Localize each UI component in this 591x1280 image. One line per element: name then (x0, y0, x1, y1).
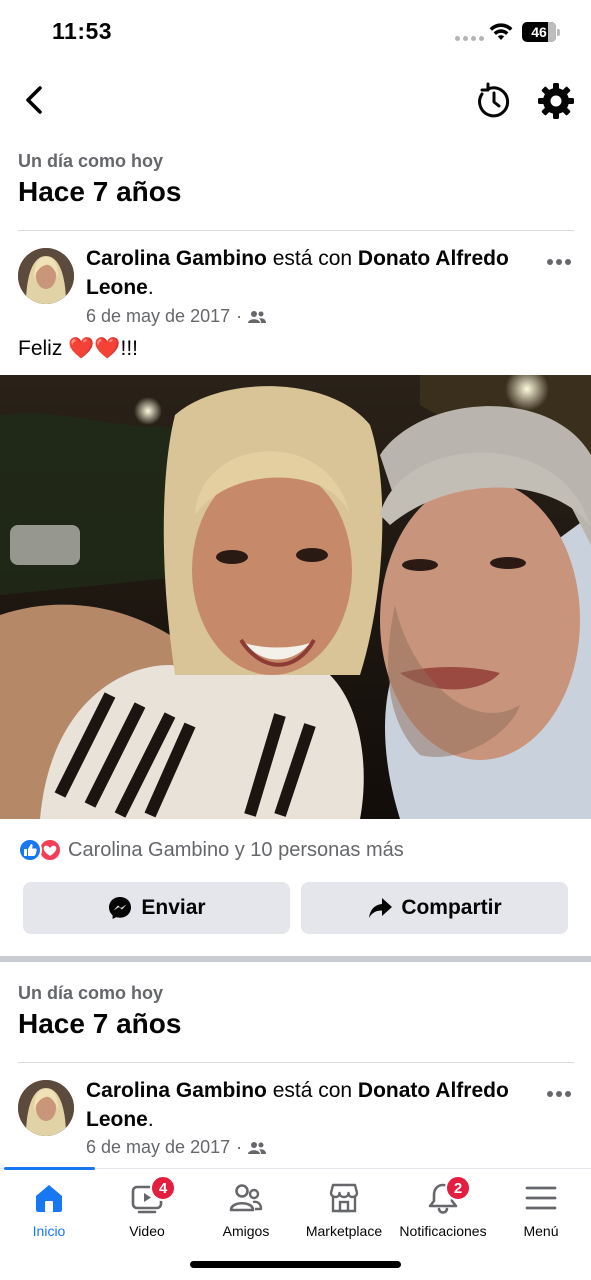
like-reaction-icon (18, 838, 42, 862)
tab-label: Video (129, 1223, 165, 1239)
memory-title: Hace 7 años (18, 1008, 182, 1039)
tab-label: Menú (523, 1223, 559, 1239)
battery-level: 46 (531, 24, 547, 40)
heart-emoji: ❤️❤️ (68, 337, 121, 360)
send-button[interactable]: Enviar (23, 882, 290, 934)
post-text: Feliz ❤️❤️!!! (18, 337, 138, 360)
post-meta: 6 de may de 2017 · (86, 1137, 267, 1158)
avatar[interactable] (18, 1080, 74, 1136)
post-connector: está con (266, 1079, 358, 1102)
tab-menu[interactable]: Menú (492, 1181, 590, 1247)
tab-label: Marketplace (305, 1223, 383, 1239)
cellular-signal-icon (455, 36, 484, 41)
post-suffix: . (147, 1108, 154, 1131)
meta-separator: · (236, 306, 243, 326)
share-button[interactable]: Compartir (301, 882, 568, 934)
friends-audience-icon (248, 1141, 267, 1154)
avatar[interactable] (18, 248, 74, 304)
post-meta: 6 de may de 2017 · (86, 306, 267, 327)
active-tab-indicator (4, 1167, 95, 1170)
meta-separator: · (236, 1137, 243, 1157)
clock-history-icon[interactable] (475, 82, 513, 120)
post-photo[interactable] (0, 375, 591, 819)
menu-icon (525, 1186, 557, 1210)
reactions-summary[interactable]: Carolina Gambino y 10 personas más (18, 836, 404, 864)
post-header: Carolina Gambino está con Donato Alfredo… (86, 244, 526, 302)
top-nav (0, 64, 591, 134)
post-header: Carolina Gambino está con Donato Alfredo… (86, 1076, 526, 1134)
more-options-icon[interactable] (546, 258, 572, 266)
tab-home[interactable]: Inicio (0, 1181, 98, 1247)
reactions-text: Carolina Gambino y 10 personas más (68, 838, 404, 861)
tab-marketplace[interactable]: Marketplace (295, 1181, 393, 1247)
post-author[interactable]: Carolina Gambino (86, 247, 267, 270)
messenger-icon (109, 897, 132, 919)
status-time: 11:53 (52, 18, 113, 44)
notification-badge: 4 (150, 1175, 176, 1201)
send-label: Enviar (141, 896, 206, 919)
post-date[interactable]: 6 de may de 2017 (86, 1137, 230, 1158)
back-arrow-icon[interactable] (18, 82, 50, 118)
notification-badge: 2 (445, 1175, 471, 1201)
battery-icon: 46 (522, 22, 560, 42)
divider (18, 1062, 574, 1063)
friends-audience-icon (248, 310, 267, 323)
share-arrow-icon (369, 898, 393, 918)
tab-notifications[interactable]: 2 Notificaciones (394, 1175, 492, 1247)
marketplace-icon (329, 1183, 359, 1213)
wifi-icon (489, 23, 513, 40)
home-icon (36, 1185, 62, 1212)
tab-label: Notificaciones (399, 1223, 487, 1239)
tab-label: Inicio (32, 1223, 66, 1239)
share-label: Compartir (401, 896, 502, 919)
tab-label: Amigos (222, 1223, 270, 1239)
memory-title: Hace 7 años (18, 176, 182, 207)
tab-friends[interactable]: Amigos (197, 1181, 295, 1247)
tab-video[interactable]: 4 Video (98, 1175, 196, 1247)
memory-subtitle: Un día como hoy (18, 151, 164, 171)
memory-subtitle: Un día como hoy (18, 983, 164, 1003)
more-options-icon[interactable] (546, 1090, 572, 1098)
divider (18, 230, 574, 231)
post-author[interactable]: Carolina Gambino (86, 1079, 267, 1102)
gear-icon[interactable] (536, 81, 576, 121)
section-separator (0, 956, 591, 962)
post-connector: está con (266, 247, 358, 270)
home-indicator[interactable] (190, 1261, 401, 1268)
post-date[interactable]: 6 de may de 2017 (86, 306, 230, 327)
status-bar: 11:53 46 (0, 0, 591, 64)
friends-icon (229, 1184, 263, 1212)
post-suffix: . (147, 276, 154, 299)
